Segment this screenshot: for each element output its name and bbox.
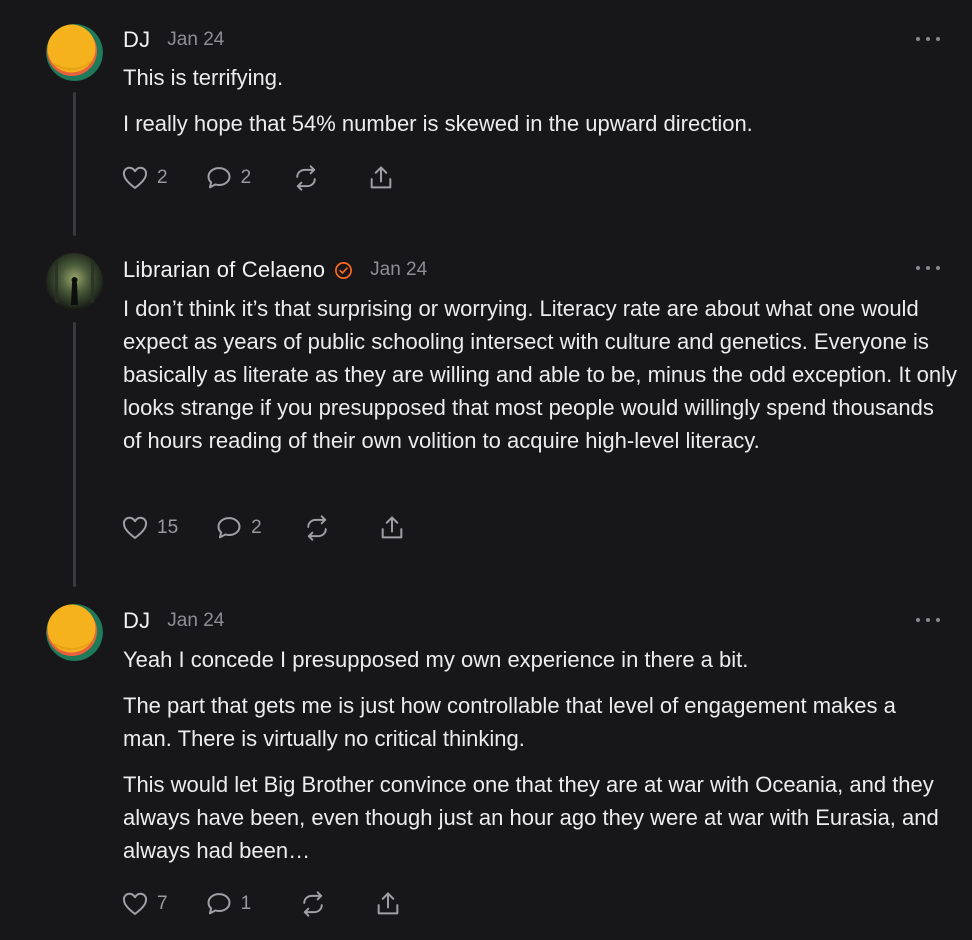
restack-button[interactable]	[292, 164, 320, 192]
reply-button[interactable]: 2	[215, 514, 262, 542]
more-dots-icon[interactable]	[916, 615, 940, 625]
thread-line	[73, 92, 76, 236]
comment-body: I don’t think it’s that surprising or wo…	[123, 292, 958, 470]
comment-actions: 2 2	[121, 163, 395, 193]
restack-icon	[306, 515, 327, 541]
avatar[interactable]	[46, 604, 103, 661]
comment-paragraph: This is terrifying.	[123, 65, 284, 90]
reply-button[interactable]: 1	[205, 890, 252, 918]
comment-date[interactable]: Jan 24	[167, 29, 224, 51]
heart-icon	[122, 516, 148, 539]
restack-button[interactable]	[299, 890, 327, 918]
comment-body: This is terrifying. I really hope that 5…	[123, 61, 953, 153]
more-dots-icon[interactable]	[916, 263, 940, 273]
comment-paragraph: I don’t think it’s that surprising or wo…	[123, 296, 958, 453]
share-button[interactable]	[374, 890, 402, 918]
comment-actions: 7 1	[121, 889, 402, 919]
author-name[interactable]: DJ	[123, 608, 150, 634]
comment-actions: 15 2	[121, 513, 406, 543]
comment-header: Librarian of Celaeno Jan 24	[123, 256, 427, 284]
share-icon	[377, 892, 399, 915]
author-name[interactable]: Librarian of Celaeno	[123, 257, 325, 283]
reply-count: 2	[251, 517, 262, 538]
restack-icon	[303, 891, 323, 917]
comment-paragraph: I really hope that 54% number is skewed …	[123, 111, 753, 136]
share-button[interactable]	[367, 164, 395, 192]
share-button[interactable]	[378, 514, 406, 542]
avatar[interactable]	[46, 253, 103, 310]
like-count: 15	[157, 517, 179, 538]
like-button[interactable]: 7	[121, 890, 168, 918]
comment-date[interactable]: Jan 24	[370, 259, 427, 281]
restack-icon	[296, 165, 316, 191]
comment-paragraph: The part that gets me is just how contro…	[123, 693, 896, 751]
comment-bubble-icon	[217, 517, 241, 539]
like-button[interactable]: 2	[121, 164, 168, 192]
comment-date[interactable]: Jan 24	[167, 610, 224, 632]
verified-badge-icon	[334, 261, 353, 280]
comment-bubble-icon	[207, 167, 231, 189]
reply-count: 1	[240, 893, 252, 914]
comment-paragraph: This would let Big Brother convince one …	[123, 772, 939, 863]
comment-header: DJ Jan 24	[123, 607, 224, 635]
comment-bubble-icon	[207, 893, 231, 915]
heart-icon	[122, 166, 148, 189]
like-count: 7	[157, 893, 168, 914]
heart-icon	[122, 892, 148, 915]
more-dots-icon[interactable]	[916, 34, 940, 44]
like-button[interactable]: 15	[121, 514, 178, 542]
thread-line	[73, 322, 76, 587]
share-icon	[381, 516, 403, 539]
author-name[interactable]: DJ	[123, 27, 150, 53]
reply-button[interactable]: 2	[205, 164, 252, 192]
comment-body: Yeah I concede I presupposed my own expe…	[123, 643, 948, 880]
comment-paragraph: Yeah I concede I presupposed my own expe…	[123, 647, 749, 672]
share-icon	[370, 166, 392, 189]
restack-button[interactable]	[303, 514, 331, 542]
like-count: 2	[157, 167, 168, 188]
avatar[interactable]	[46, 24, 103, 81]
comment-header: DJ Jan 24	[123, 26, 224, 54]
reply-count: 2	[240, 167, 252, 188]
